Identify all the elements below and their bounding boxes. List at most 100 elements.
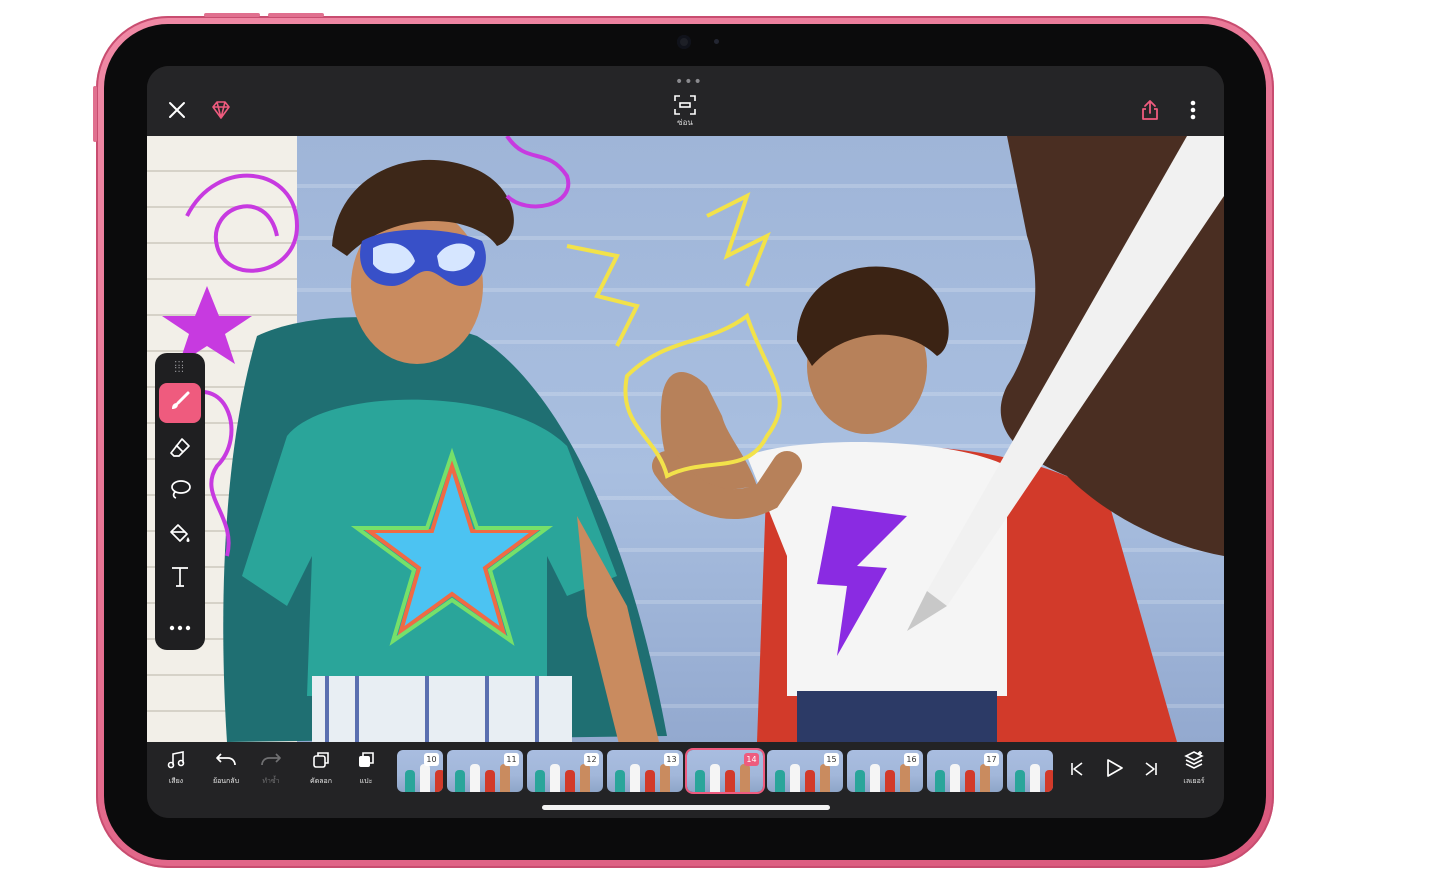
frame-thumbnail[interactable]: 12 [527,750,603,792]
thumbnail-figure [885,770,895,792]
thumbnail-figure [580,764,590,792]
brush-icon [169,390,191,416]
frame-thumbnail[interactable]: 16 [847,750,923,792]
more-horizontal-icon [169,616,191,635]
app-screen: ••• ซ่อน:::::: เสียง ย้อนกลับ ทำซ้ำ คั… [147,66,1224,818]
thumbnail-figure [470,764,480,792]
tool-palette: :::::: [155,353,205,650]
thumbnail-figure [615,770,625,792]
thumbnail-figure [535,770,545,792]
thumbnail-figure [740,764,750,792]
undo-button[interactable]: ย้อนกลับ [204,750,248,787]
undo-label: ย้อนกลับ [212,777,240,785]
thumbnail-figure [1015,770,1025,792]
previous-frame-icon[interactable] [1065,756,1089,782]
tool-text[interactable] [159,559,201,599]
thumbnail-figure [980,764,990,792]
bottom-toolbar: เสียง ย้อนกลับ ทำซ้ำ คัดลอก แปะ 10 11 12… [147,742,1224,818]
thumbnail-figure [500,764,510,792]
tool-more[interactable] [159,605,201,645]
more-vertical-icon[interactable] [1181,96,1205,124]
frame-timeline[interactable]: 10 11 12 13 14 15 16 17 [397,750,1053,792]
gem-icon[interactable] [207,96,235,124]
frame-thumbnail[interactable]: 17 [927,750,1003,792]
thumbnail-figure [820,764,830,792]
hide-ui-label: ซ่อน [677,118,693,127]
thumbnail-figure [435,770,443,792]
frame-number: 13 [664,753,679,766]
thumbnail-figure [775,770,785,792]
volume-button [204,13,260,17]
share-icon[interactable] [1135,95,1165,125]
layers-button[interactable]: เลเยอร์ [1172,750,1216,787]
thumbnail-figure [485,770,495,792]
copy-label: คัดลอก [310,777,332,785]
tool-lasso[interactable] [159,471,201,511]
thumbnail-figure [855,770,865,792]
thumbnail-figure [630,764,640,792]
thumbnail-figure [965,770,975,792]
front-camera [677,35,691,49]
home-indicator[interactable] [542,805,830,810]
copy-icon [311,750,331,774]
music-note-icon [166,750,186,774]
thumbnail-figure [870,764,880,792]
frame-thumbnail[interactable]: 14 [687,750,763,792]
frame-number: 10 [424,753,439,766]
thumbnail-figure [950,764,960,792]
top-toolbar: ••• ซ่อน [147,66,1224,136]
thumbnail-figure [710,764,720,792]
volume-button [268,13,324,17]
frame-thumbnail[interactable]: 13 [607,750,683,792]
thumbnail-figure [805,770,815,792]
frame-number: 11 [504,753,519,766]
thumbnail-figure [935,770,945,792]
drawing-canvas[interactable]: :::::: [147,136,1224,742]
frame-thumbnail[interactable] [1007,750,1053,792]
thumbnail-figure [550,764,560,792]
camera-sensor [714,39,719,44]
thumbnail-figure [645,770,655,792]
paste-button[interactable]: แปะ [344,750,388,787]
frame-number: 12 [584,753,599,766]
thumbnail-figure [660,764,670,792]
paste-label: แปะ [359,777,373,785]
tool-brush[interactable] [159,383,201,423]
close-icon[interactable] [163,96,191,124]
redo-label: ทำซ้ำ [262,777,280,785]
play-icon[interactable] [1099,753,1129,783]
grab-handle-icon[interactable]: ••• [675,74,703,90]
text-icon [169,565,191,593]
photo-illustration [162,136,1224,742]
thumbnail-figure [1030,764,1040,792]
thumbnail-figure [405,770,415,792]
frame-number: 14 [744,753,759,766]
thumbnail-figure [900,764,910,792]
hide-ui-icon[interactable] [672,94,698,116]
thumbnail-figure [565,770,575,792]
eraser-icon [169,436,191,462]
frame-thumbnail[interactable]: 10 [397,750,443,792]
redo-icon [260,750,282,774]
layers-label: เลเยอร์ [1183,777,1205,785]
thumbnail-figure [725,770,735,792]
frame-number: 17 [984,753,999,766]
palette-grip-icon[interactable]: :::::: [174,359,184,375]
next-frame-icon[interactable] [1139,756,1163,782]
paint-bucket-icon [169,522,191,548]
layers-icon [1183,750,1205,774]
sound-label: เสียง [168,777,184,785]
frame-thumbnail[interactable]: 11 [447,750,523,792]
tool-fill[interactable] [159,515,201,555]
tool-eraser[interactable] [159,429,201,469]
copy-button[interactable]: คัดลอก [299,750,343,787]
frame-thumbnail[interactable]: 15 [767,750,843,792]
paste-icon [356,750,376,774]
top-button [93,86,97,142]
frame-number: 15 [824,753,839,766]
thumbnail-figure [790,764,800,792]
thumbnail-figure [455,770,465,792]
redo-button[interactable]: ทำซ้ำ [249,750,293,787]
sound-button[interactable]: เสียง [154,750,198,787]
thumbnail-figure [420,764,430,792]
